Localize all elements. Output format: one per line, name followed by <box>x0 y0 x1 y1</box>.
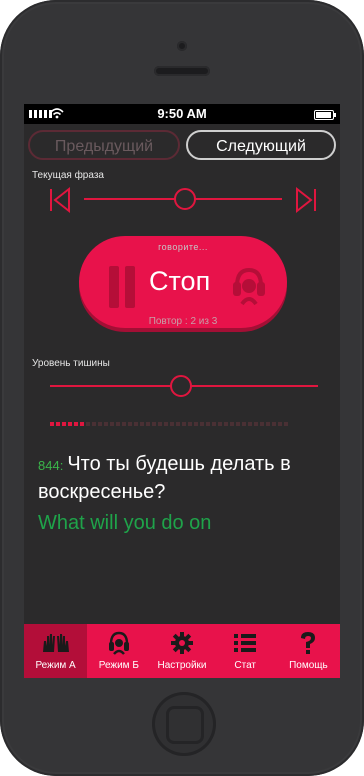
progress-dot <box>68 422 72 426</box>
progress-dot <box>128 422 132 426</box>
progress-dot <box>278 422 282 426</box>
progress-dot <box>200 422 204 426</box>
next-button[interactable]: Следующий <box>186 130 336 160</box>
front-camera <box>177 41 187 51</box>
microphone-headset-icon <box>233 267 265 306</box>
progress-dot <box>212 422 216 426</box>
progress-dot <box>98 422 102 426</box>
hands-icon <box>42 634 69 652</box>
silence-level-knob[interactable] <box>170 375 193 397</box>
progress-dot <box>230 422 234 426</box>
progress-dot <box>50 422 54 426</box>
progress-dot <box>188 422 192 426</box>
progress-dot <box>164 422 168 426</box>
progress-dot <box>110 422 114 426</box>
progress-dot <box>248 422 252 426</box>
earpiece-speaker <box>154 66 210 76</box>
progress-dot <box>206 422 210 426</box>
tab-settings[interactable]: Настройки <box>150 624 213 678</box>
tab-help-label: Помощь <box>289 660 328 671</box>
app-screen: 9:50 AM Предыдущий Следующий Текущая фра… <box>24 104 340 678</box>
repeat-counter: Повтор : 2 из 3 <box>148 316 218 327</box>
progress-dot <box>194 422 198 426</box>
progress-dot <box>176 422 180 426</box>
phone-frame: 9:50 AM Предыдущий Следующий Текущая фра… <box>0 0 364 776</box>
progress-dot <box>92 422 96 426</box>
progress-dot <box>140 422 144 426</box>
progress-dot <box>218 422 222 426</box>
progress-dot <box>272 422 276 426</box>
progress-dot <box>62 422 66 426</box>
progress-dot <box>146 422 150 426</box>
progress-dot <box>74 422 78 426</box>
progress-dot <box>86 422 90 426</box>
previous-button[interactable]: Предыдущий <box>28 130 180 160</box>
tab-help[interactable]: Помощь <box>277 624 340 678</box>
progress-dot <box>182 422 186 426</box>
phrase-progress-dots <box>50 422 288 426</box>
status-time: 9:50 AM <box>157 106 207 121</box>
headphones-icon <box>108 631 129 655</box>
phrase-number: 844: <box>38 458 64 473</box>
progress-dot <box>242 422 246 426</box>
home-button[interactable] <box>152 692 216 756</box>
question-icon <box>301 632 316 654</box>
status-bar: 9:50 AM <box>24 104 340 124</box>
tab-mode-b[interactable]: Режим Б <box>87 624 150 678</box>
home-button-square <box>166 706 204 744</box>
progress-dot <box>152 422 156 426</box>
tab-stats[interactable]: Стат <box>214 624 277 678</box>
stop-label: Стоп <box>149 266 211 296</box>
progress-dot <box>134 422 138 426</box>
list-icon <box>234 634 257 652</box>
gear-icon <box>171 632 193 654</box>
tab-settings-label: Настройки <box>157 660 207 671</box>
progress-dot <box>236 422 240 426</box>
tab-bar: Режим А Режим Б Настройки Стат Помощь <box>24 624 340 678</box>
pause-icon-bar-right <box>125 266 135 308</box>
battery-icon <box>314 110 336 120</box>
progress-dot <box>260 422 264 426</box>
progress-dot <box>284 422 288 426</box>
progress-dot <box>266 422 270 426</box>
tab-stats-label: Стат <box>234 660 257 671</box>
progress-dot <box>224 422 228 426</box>
progress-dot <box>170 422 174 426</box>
tab-mode-a[interactable]: Режим А <box>24 624 88 678</box>
phrase-translation: What will you do on <box>38 512 212 534</box>
silence-level-label: Уровень тишины <box>32 358 110 369</box>
tab-mode-a-label: Режим А <box>35 660 76 671</box>
tab-mode-b-label: Режим Б <box>98 660 139 671</box>
progress-dot <box>116 422 120 426</box>
stop-button[interactable]: говорите... Стоп Повтор : 2 из 3 <box>79 236 287 328</box>
phrase-text: 844: Что ты будешь делать в воскресенье? <box>38 451 334 506</box>
speaking-indicator: говорите... <box>158 242 208 252</box>
progress-dot <box>254 422 258 426</box>
pause-icon-bar-left <box>109 266 119 308</box>
progress-dot <box>122 422 126 426</box>
current-phrase-label: Текущая фраза <box>32 170 104 181</box>
skip-forward-icon[interactable] <box>294 186 318 214</box>
progress-dot <box>158 422 162 426</box>
progress-dot <box>104 422 108 426</box>
progress-dot <box>80 422 84 426</box>
phrase-russian: Что ты будешь делать в воскресенье? <box>38 453 291 503</box>
skip-back-icon[interactable] <box>48 186 72 214</box>
phrase-position-knob[interactable] <box>173 188 196 210</box>
progress-dot <box>56 422 60 426</box>
